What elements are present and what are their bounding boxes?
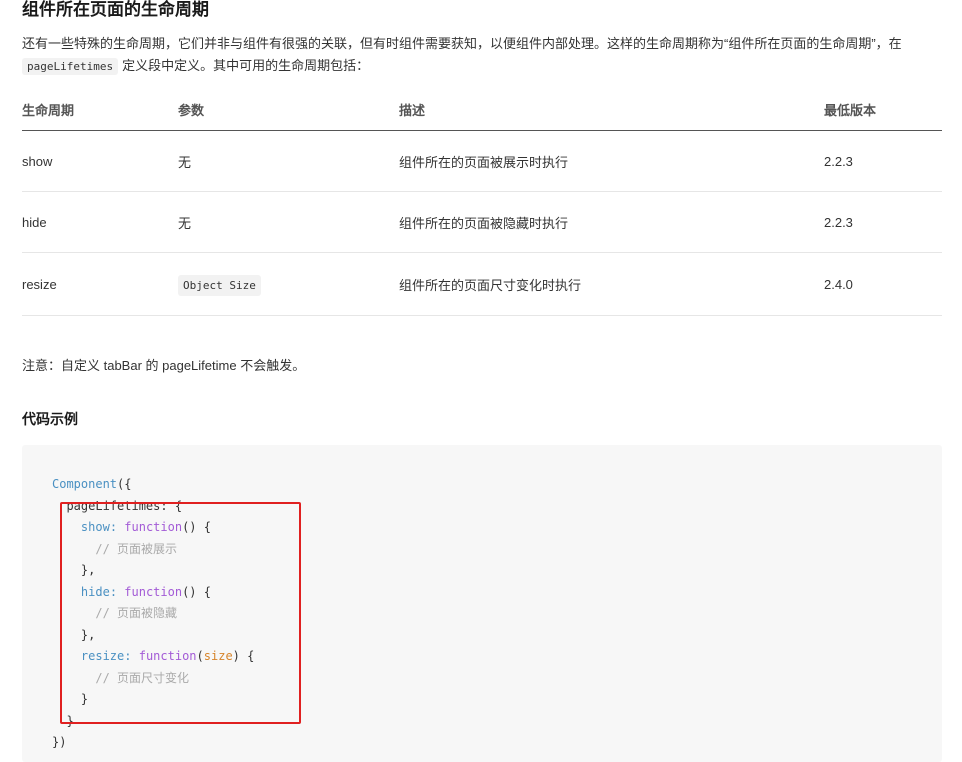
code-line-13: }) [52, 732, 254, 754]
cell-param: Object Size [178, 252, 399, 316]
doc-page: 组件所在页面的生命周期 还有一些特殊的生命周期，它们并非与组件有很强的关联，但有… [0, 0, 962, 762]
inline-code-pagelifetimes: pageLifetimes [22, 58, 119, 75]
cell-description: 组件所在的页面被隐藏时执行 [399, 191, 824, 253]
code-show-key: show [80, 520, 110, 534]
code-listing: Component({ pageLifetimes: { show: funct… [52, 474, 254, 754]
code-punct: } [66, 713, 74, 728]
code-line-2: pageLifetimes: { [52, 496, 254, 518]
code-punct: () { [182, 584, 211, 599]
cell-min-version: 2.4.0 [824, 252, 942, 316]
intro-line-2: pageLifetimes 定义段中定义。其中可用的生命周期包括： [22, 55, 942, 78]
code-example-block: Component({ pageLifetimes: { show: funct… [22, 445, 942, 762]
table-header-lifecycle: 生命周期 [22, 88, 178, 131]
code-line-1: Component({ [52, 474, 254, 496]
table-header-min-version: 最低版本 [824, 88, 942, 131]
cell-lifecycle-name: hide [22, 191, 178, 253]
table-header-description: 描述 [399, 88, 824, 131]
intro-line-2-text: 定义段中定义。其中可用的生命周期包括： [122, 58, 370, 73]
code-hide-key: hide [80, 584, 110, 599]
intro-line-1: 还有一些特殊的生命周期，它们并非与组件有很强的关联，但有时组件需要获知，以便组件… [22, 36, 902, 51]
table-header-row: 生命周期 参数 描述 最低版本 [22, 88, 942, 131]
cell-description: 组件所在的页面尺寸变化时执行 [399, 252, 824, 316]
code-punct: } [80, 692, 89, 706]
code-colon: : [109, 520, 118, 534]
code-comment: // 页面被展示 [95, 541, 178, 556]
code-function-keyword: function [124, 520, 183, 534]
code-line-3: show: function() { [52, 517, 254, 539]
code-punct: }, [80, 563, 96, 577]
code-line-7: // 页面被隐藏 [52, 603, 254, 625]
code-line-9: resize: function(size) { [52, 646, 254, 668]
cell-min-version: 2.2.3 [824, 191, 942, 253]
code-line-11: } [52, 689, 254, 711]
section-title: 组件所在页面的生命周期 [22, 0, 209, 19]
lifecycle-table: 生命周期 参数 描述 最低版本 show 无 组件所在的页面被展示时执行 2.2… [22, 88, 942, 316]
table-row: resize Object Size 组件所在的页面尺寸变化时执行 2.4.0 [22, 252, 942, 316]
code-line-6: hide: function() { [52, 582, 254, 604]
cell-description: 组件所在的页面被展示时执行 [399, 130, 824, 192]
code-line-4: // 页面被展示 [52, 539, 254, 561]
cell-lifecycle-name: show [22, 130, 178, 192]
table-header-params: 参数 [178, 88, 399, 131]
code-punct: }) [52, 735, 67, 749]
code-punct: ) { [232, 649, 255, 663]
tabbar-note: 注意：自定义 tabBar 的 pageLifetime 不会触发。 [22, 358, 306, 373]
code-punct: ( [196, 649, 204, 663]
cell-param: 无 [178, 191, 399, 253]
section-intro: 还有一些特殊的生命周期，它们并非与组件有很强的关联，但有时组件需要获知，以便组件… [22, 33, 942, 78]
code-size-param: size [203, 649, 233, 663]
code-punct: ({ [117, 477, 132, 491]
code-line-5: }, [52, 560, 254, 582]
code-comment: // 页面尺寸变化 [95, 670, 190, 685]
example-title: 代码示例 [22, 411, 78, 427]
table-row: hide 无 组件所在的页面被隐藏时执行 2.2.3 [22, 191, 942, 253]
code-function-keyword: function [124, 584, 183, 599]
code-line-12: } [52, 711, 254, 733]
code-line-8: }, [52, 625, 254, 647]
table-row: show 无 组件所在的页面被展示时执行 2.2.3 [22, 130, 942, 192]
code-pagelifetimes-key: pageLifetimes: { [66, 498, 183, 513]
cell-param: 无 [178, 130, 399, 192]
code-comment: // 页面被隐藏 [95, 606, 178, 620]
code-punct: }, [80, 627, 96, 642]
code-punct: () { [182, 520, 211, 534]
param-code-chip: Object Size [178, 274, 261, 296]
cell-min-version: 2.2.3 [824, 130, 942, 192]
code-colon: : [109, 584, 118, 599]
code-component-fn: Component [52, 477, 118, 491]
cell-lifecycle-name: resize [22, 252, 178, 316]
code-function-keyword: function [138, 649, 197, 663]
code-line-10: // 页面尺寸变化 [52, 668, 254, 690]
code-resize-key: resize [80, 649, 125, 663]
code-colon: : [124, 649, 132, 663]
